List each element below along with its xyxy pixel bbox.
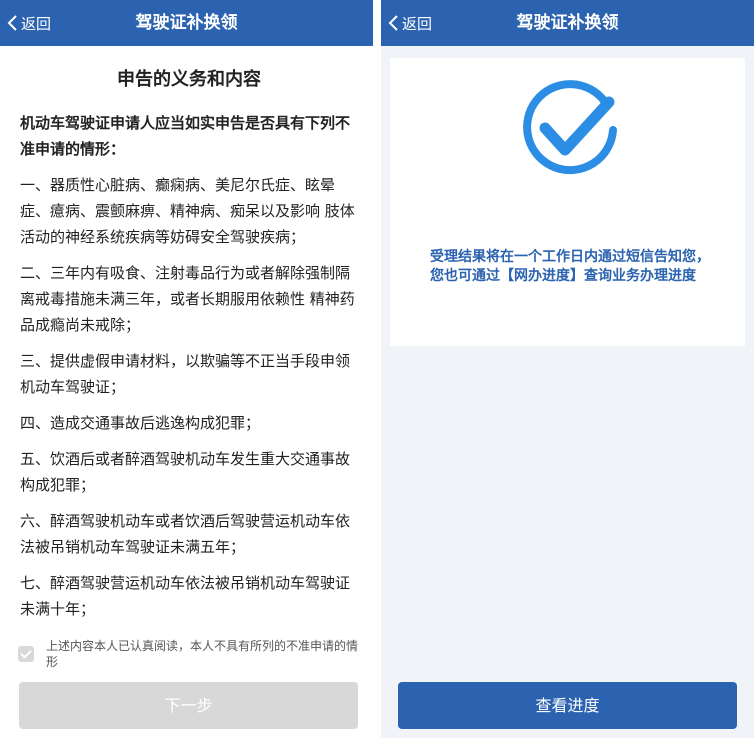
back-button[interactable]: 返回: [6, 0, 51, 46]
declaration-screen: 返回 驾驶证补换领 申告的义务和内容 机动车驾驶证申请人应当如实申告是否具有下列…: [0, 0, 373, 738]
document-intro: 机动车驾驶证申请人应当如实申告是否具有下列不准申请的情形：: [20, 114, 351, 158]
clause-item: 三、提供虚假申请材料，以欺骗等不正当手段申领机动车驾驶证；: [20, 352, 351, 396]
result-screen: 返回 驾驶证补换领 受理结果将在一个工作日内通过短信告知您，您也可通过【网办进度…: [381, 0, 754, 738]
document-title: 申告的义务和内容: [117, 69, 261, 90]
result-message: 受理结果将在一个工作日内通过短信告知您，您也可通过【网办进度】查询业务办理进度: [430, 249, 710, 284]
clause-item: 四、造成交通事故后逃逸构成犯罪；: [20, 414, 261, 432]
view-progress-button[interactable]: 查看进度: [398, 682, 737, 729]
navbar: 返回 驾驶证补换领: [381, 0, 754, 46]
declaration-content: 申告的义务和内容 机动车驾驶证申请人应当如实申告是否具有下列不准申请的情形： 一…: [20, 66, 358, 622]
page-title: 驾驶证补换领: [516, 13, 619, 33]
success-check-icon: [523, 80, 617, 175]
chevron-left-icon: [7, 15, 17, 31]
clause-item: 六、醉酒驾驶机动车或者饮酒后驾驶营运机动车依法被吊销机动车驾驶证未满五年；: [20, 512, 351, 556]
clause-item: 五、饮酒后或者醉酒驾驶机动车发生重大交通事故构成犯罪；: [20, 450, 351, 494]
agreement-row: 上述内容本人已认真阅读，本人不具有所列的不准申请的情形: [18, 638, 363, 670]
back-button[interactable]: 返回: [387, 0, 432, 46]
agreement-text: 上述内容本人已认真阅读，本人不具有所列的不准申请的情形: [46, 639, 359, 669]
clause-item: 二、三年内有吸食、注射毒品行为或者解除强制隔离戒毒措施未满三年，或者长期服用依赖…: [20, 264, 355, 334]
page-title: 驾驶证补换领: [135, 13, 238, 33]
chevron-left-icon: [388, 15, 398, 31]
screen-divider: [373, 0, 381, 738]
back-label: 返回: [21, 14, 52, 33]
agreement-checkbox[interactable]: [18, 646, 34, 662]
next-step-button[interactable]: 下一步: [19, 682, 358, 729]
clause-item: 一、器质性心脏病、癫痫病、美尼尔氏症、眩晕症、癔病、震颤麻痹、精神病、痴呆以及影…: [20, 176, 355, 246]
clause-item: 七、醉酒驾驶营运机动车依法被吊销机动车驾驶证未满十年；: [20, 574, 351, 618]
navbar: 返回 驾驶证补换领: [0, 0, 373, 46]
result-card: 受理结果将在一个工作日内通过短信告知您，您也可通过【网办进度】查询业务办理进度: [390, 58, 745, 346]
back-label: 返回: [402, 14, 433, 33]
